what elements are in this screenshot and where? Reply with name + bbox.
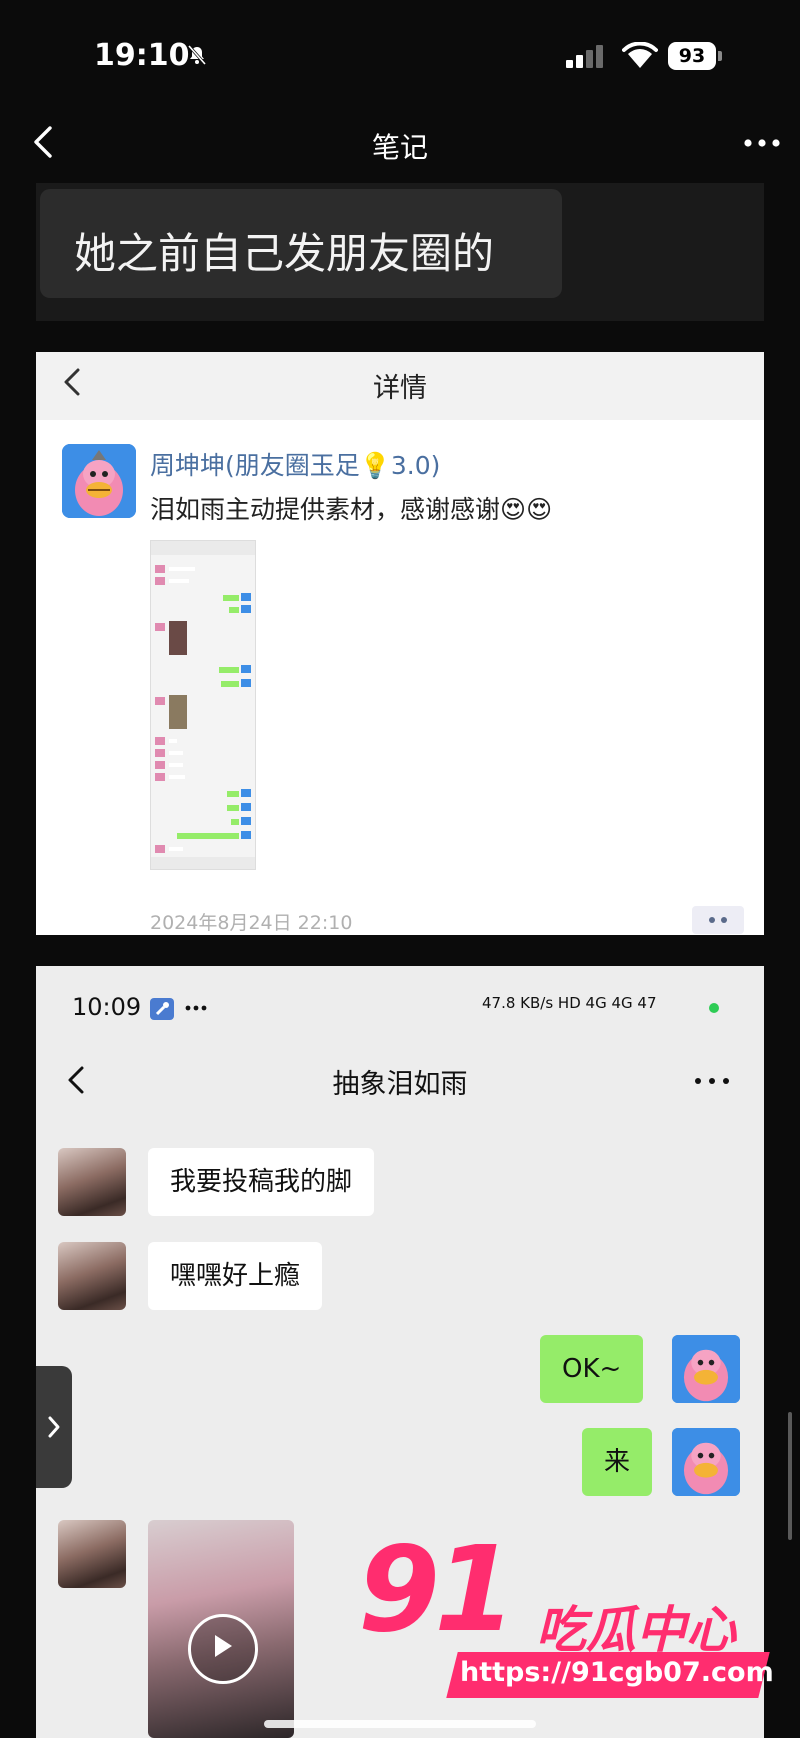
chat-screenshot-thumbnail[interactable] [150,540,256,870]
battery-level: 93 [668,42,716,70]
chat-status-time: 10:09 [72,993,142,1021]
message-bubble: 来 [582,1428,653,1496]
chevron-right-icon [48,1416,60,1438]
self-avatar[interactable] [672,1428,740,1496]
mute-bell-icon [187,45,207,65]
message-bubble: 我要投稿我的脚 [148,1148,375,1216]
wifi-icon [622,42,658,68]
duck-avatar [62,444,136,518]
watermark-number: 91 [358,1520,516,1658]
message-bubble: 嘿嘿好上瘾 [148,1242,323,1310]
chat-title: 抽象泪如雨 [332,1069,468,1100]
contact-avatar[interactable] [58,1520,126,1588]
scrollbar[interactable] [788,1412,792,1540]
more-options-icon [695,1078,729,1084]
detail-title: 详情 [373,373,427,404]
contact-avatar[interactable] [58,1242,126,1310]
note-text: 她之前自己发朋友圈的 [74,229,495,278]
green-dot-icon [709,1003,719,1013]
cellular-signal-icon [566,45,603,68]
chat-status-icons: 47.8 KB/s HD 4G 4G 47 [482,994,657,1012]
post-text: 泪如雨主动提供素材，感谢感谢😍😍 [150,495,553,524]
battery-tip [718,51,722,61]
wrench-icon [150,998,174,1020]
status-time: 19:10 [94,38,190,73]
post-author[interactable]: 周坤坤(朋友圈玉足💡3.0) [150,446,440,482]
duck-avatar-icon [672,1428,740,1496]
self-avatar[interactable] [672,1335,740,1403]
comment-dots-icon [709,917,727,923]
post-date: 2024年8月24日 22:10 [150,912,353,934]
message-bubble: OK~ [540,1335,644,1403]
page-title: 笔记 [371,131,428,164]
moments-detail-card [36,352,764,935]
contact-avatar[interactable] [58,1148,126,1216]
play-button[interactable] [188,1614,258,1684]
home-indicator[interactable] [264,1720,536,1728]
duck-avatar-icon [62,444,136,518]
more-options-icon[interactable] [740,128,784,158]
play-icon [215,1635,232,1657]
ellipsis-icon [185,1005,207,1011]
comment-action-button[interactable] [692,906,744,934]
watermark-url: https://91cgb07.com [460,1657,774,1688]
side-drawer-handle[interactable] [36,1366,72,1488]
duck-avatar-icon [672,1335,740,1403]
chat-screenshot-thumbnail-icon [151,541,255,869]
